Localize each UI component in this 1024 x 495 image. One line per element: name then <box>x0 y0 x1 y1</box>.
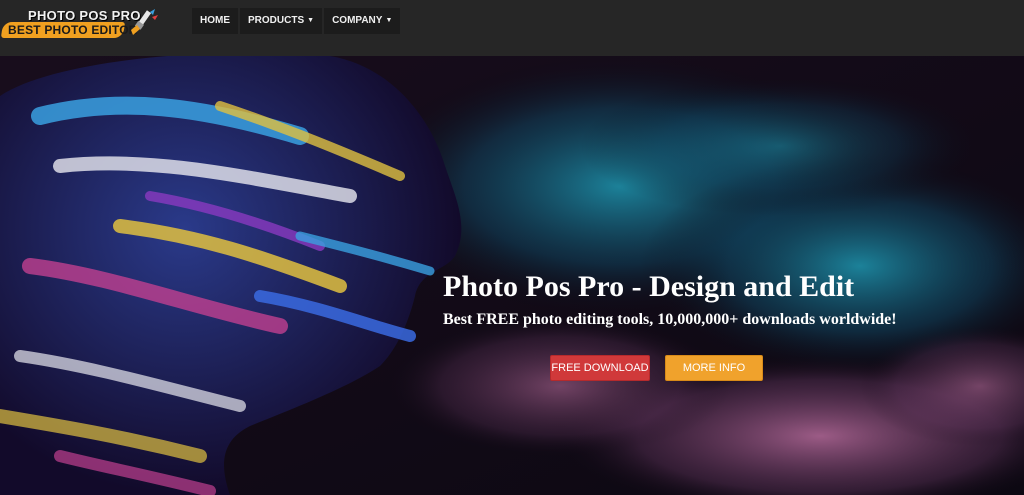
free-download-button[interactable]: FREE DOWNLOAD <box>550 355 650 381</box>
caret-down-icon: ▼ <box>385 17 393 24</box>
nav-company-label: COMPANY <box>332 15 383 26</box>
nav-home[interactable]: HOME <box>192 8 238 34</box>
caret-down-icon: ▼ <box>307 17 315 24</box>
hero-title: Photo Pos Pro - Design and Edit <box>443 270 855 303</box>
hero-subtitle: Best FREE photo editing tools, 10,000,00… <box>443 311 897 328</box>
nav-company[interactable]: COMPANY ▼ <box>324 8 401 34</box>
main-nav: HOME PRODUCTS ▼ COMPANY ▼ <box>192 8 402 34</box>
logo-title: PHOTO POS PRO <box>28 8 141 23</box>
logo-tagline: BEST PHOTO EDITOR <box>8 23 138 37</box>
nav-products-label: PRODUCTS <box>248 15 305 26</box>
logo[interactable]: PHOTO POS PRO BEST PHOTO EDITOR <box>0 6 162 40</box>
paintbrush-icon <box>131 9 158 35</box>
nav-home-label: HOME <box>200 15 230 26</box>
top-navbar: PHOTO POS PRO BEST PHOTO EDITOR HOME PRO… <box>0 0 1024 56</box>
more-info-button[interactable]: MORE INFO <box>665 355 763 381</box>
hero-banner: Photo Pos Pro - Design and Edit Best FRE… <box>0 56 1024 495</box>
nav-products[interactable]: PRODUCTS ▼ <box>240 8 323 34</box>
